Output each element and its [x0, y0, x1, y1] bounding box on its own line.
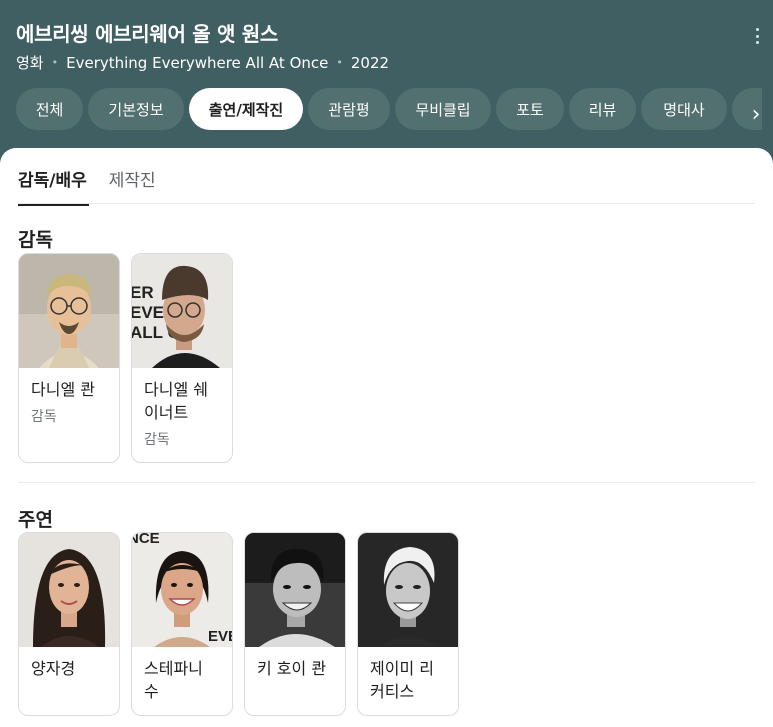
person-card[interactable]: 다니엘 콴 감독: [18, 253, 120, 463]
subtab-directors-actors[interactable]: 감독/배우: [18, 166, 89, 206]
tab-all[interactable]: 전체: [16, 88, 83, 130]
subtab-bar: 감독/배우 제작진: [18, 166, 156, 206]
movie-title: 에브리씽 에브리웨어 올 앳 원스: [16, 22, 278, 46]
tab-audience-reviews[interactable]: 관람평: [308, 88, 390, 130]
tab-quotes[interactable]: 명대사: [641, 88, 727, 130]
tab-photos[interactable]: 포토: [496, 88, 564, 130]
person-card[interactable]: NCE EVE 스테파니 수: [131, 532, 233, 716]
section-title-directors: 감독: [18, 229, 53, 251]
person-name: 양자경: [31, 659, 76, 678]
subtab-crew[interactable]: 제작진: [109, 166, 156, 205]
movie-header: 에브리씽 에브리웨어 올 앳 원스 영화 • Everything Everyw…: [0, 0, 773, 165]
movie-meta: 영화 • Everything Everywhere All At Once •…: [16, 52, 389, 73]
section-divider: [18, 482, 755, 483]
person-photo: NCE EVE: [132, 533, 232, 647]
movie-genre: 영화: [16, 54, 44, 72]
more-vert-icon[interactable]: [750, 26, 764, 46]
person-name: 스테파니 수: [144, 659, 203, 701]
svg-text:NCE: NCE: [132, 533, 160, 547]
separator-dot: •: [336, 56, 343, 69]
person-photo: [358, 533, 458, 647]
movie-year: 2022: [350, 53, 390, 72]
subtab-divider: [18, 203, 755, 204]
person-name: 제이미 리 커티스: [370, 659, 434, 701]
person-photo: [245, 533, 345, 647]
person-name: 다니엘 콴: [31, 380, 95, 399]
tab-reviews[interactable]: 리뷰: [569, 88, 636, 130]
section-title-cast: 주연: [18, 509, 53, 531]
person-photo: [19, 533, 119, 647]
person-card[interactable]: 키 호이 콴: [244, 532, 346, 716]
person-name: 다니엘 쉐이너트: [144, 380, 208, 422]
person-card[interactable]: ER EVERY ALL O 다니엘 쉐이너트 감독: [131, 253, 233, 463]
person-photo: ER EVERY ALL O: [132, 254, 232, 368]
tab-basic-info[interactable]: 기본정보: [88, 88, 184, 130]
svg-text:ER: ER: [132, 283, 154, 302]
chevron-right-icon[interactable]: ›: [742, 100, 770, 128]
tab-bar: 전체 기본정보 출연/제작진 관람평 무비클립 포토 리뷰 명대사: [16, 88, 762, 130]
person-photo: [19, 254, 119, 368]
person-card[interactable]: 양자경: [18, 532, 120, 716]
separator-dot: •: [51, 56, 59, 69]
person-role: 감독: [31, 409, 57, 425]
person-card[interactable]: 제이미 리 커티스: [357, 532, 459, 716]
movie-original-title: Everything Everywhere All At Once: [66, 53, 329, 72]
svg-text:EVE: EVE: [208, 628, 232, 645]
tab-cast-crew[interactable]: 출연/제작진: [189, 88, 303, 130]
tab-movie-clips[interactable]: 무비클립: [395, 88, 491, 130]
person-role: 감독: [144, 432, 170, 448]
person-name: 키 호이 콴: [257, 659, 327, 678]
